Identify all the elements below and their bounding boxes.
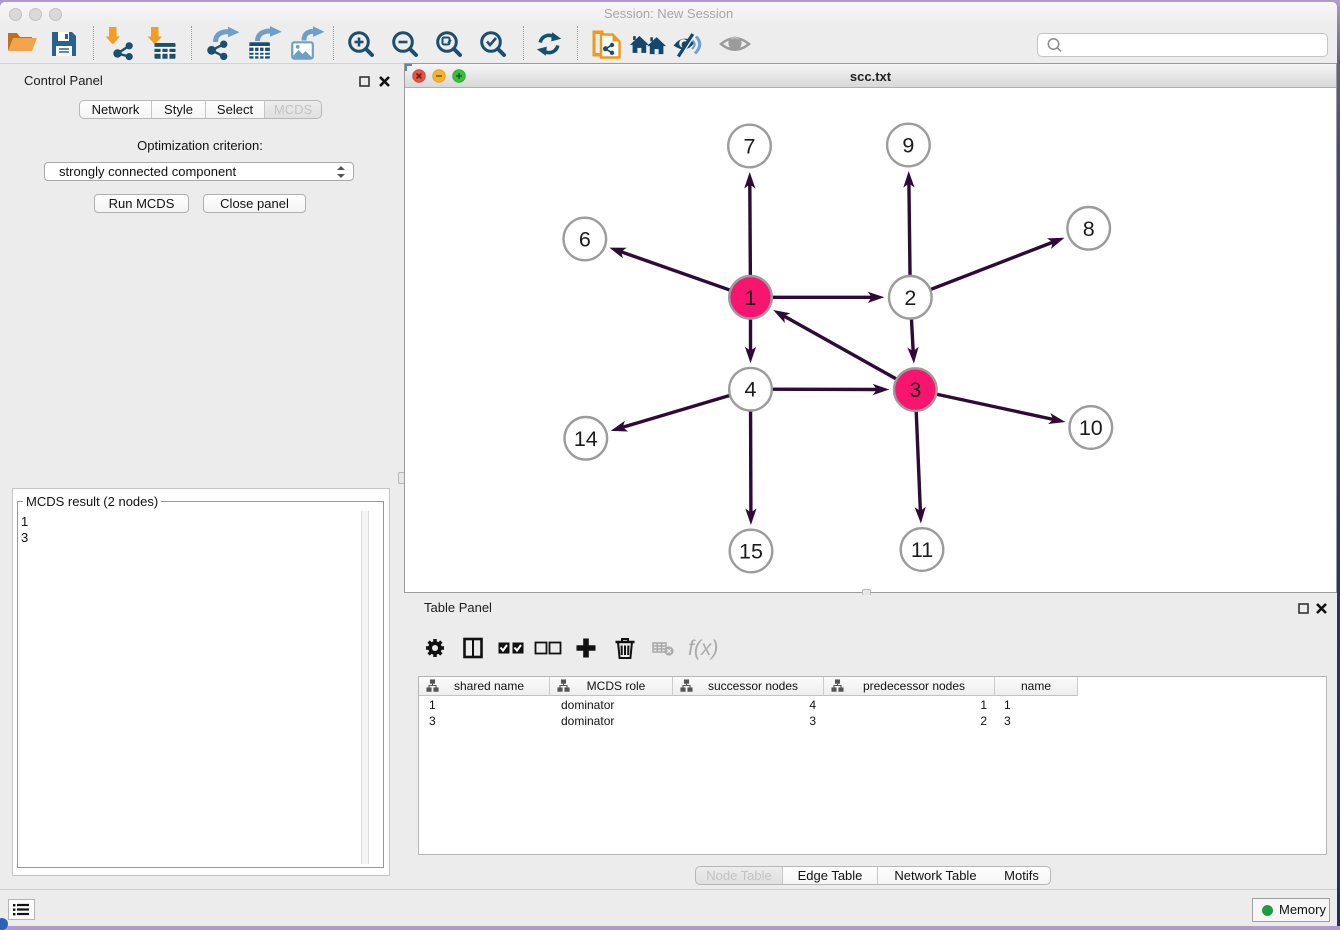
svg-text:7: 7 [744, 135, 756, 159]
svg-text:3: 3 [909, 378, 921, 402]
svg-text:2: 2 [904, 286, 916, 310]
svg-text:9: 9 [902, 134, 914, 158]
svg-text:11: 11 [911, 538, 933, 562]
svg-text:15: 15 [739, 540, 763, 564]
svg-text:8: 8 [1083, 217, 1095, 241]
svg-text:10: 10 [1079, 416, 1103, 440]
svg-text:6: 6 [579, 228, 591, 252]
svg-text:f(x): f(x) [688, 637, 718, 660]
svg-text:1: 1 [745, 286, 757, 310]
svg-text:14: 14 [574, 427, 598, 451]
svg-text:4: 4 [745, 378, 757, 402]
